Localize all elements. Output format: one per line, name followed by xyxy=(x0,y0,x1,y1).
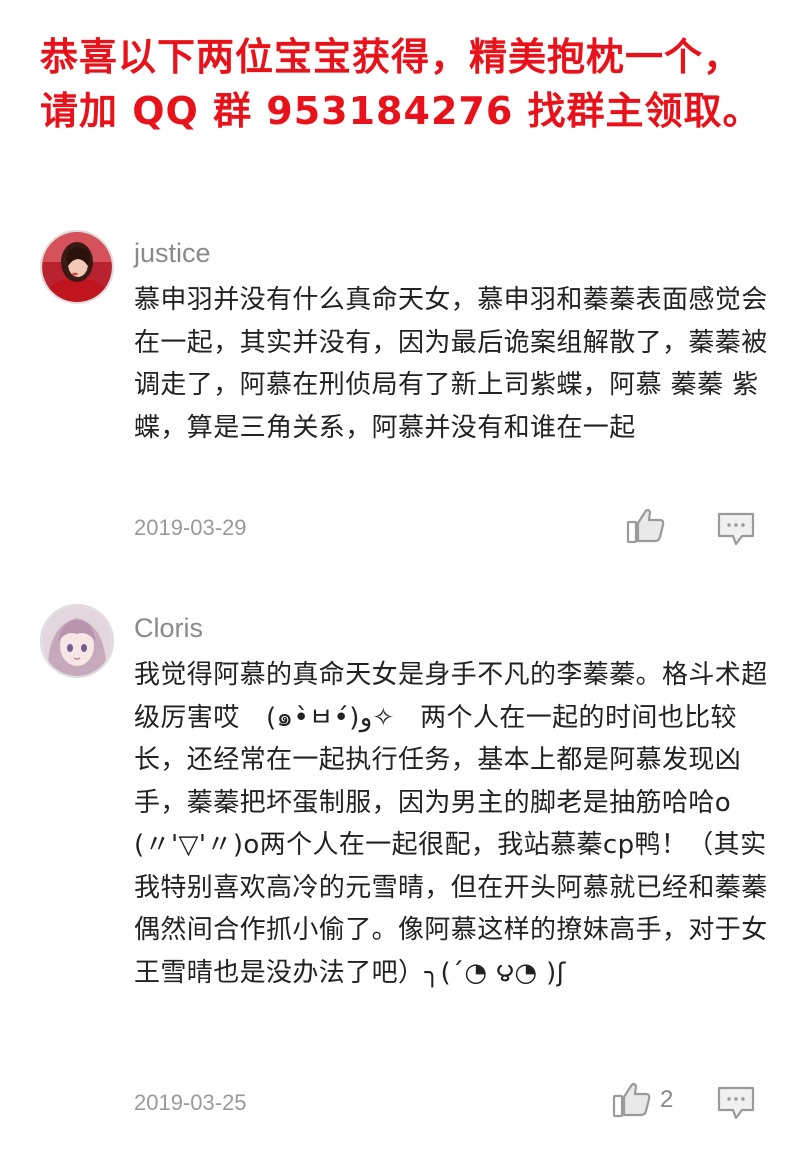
thumbs-up-icon[interactable] xyxy=(624,504,668,548)
comment-text: 慕申羽并没有什么真命天女，慕申羽和蓁蓁表面感觉会在一起，其实并没有，因为最后诡案… xyxy=(134,285,768,443)
avatar-red-dress-woman-icon xyxy=(42,232,112,302)
username[interactable]: justice xyxy=(134,238,211,269)
comment-text: 我觉得阿慕的真命天女是身手不凡的李蓁蓁。格斗术超级厉害哎 (๑•̀ㅂ•́)و✧ … xyxy=(134,660,768,988)
thumbs-up-icon[interactable] xyxy=(610,1078,654,1122)
reply-comment-icon[interactable] xyxy=(714,1080,758,1124)
comment-date: 2019-03-29 xyxy=(134,515,247,540)
announcement-banner: 恭喜以下两位宝宝获得，精美抱枕一个， 请加 QQ 群 953184276 找群主… xyxy=(40,30,780,138)
like-control[interactable]: 2 xyxy=(610,1078,673,1122)
reply-comment-icon[interactable] xyxy=(714,506,758,550)
username[interactable]: Cloris xyxy=(134,613,203,644)
user-avatar[interactable] xyxy=(40,230,114,304)
avatar-anime-girl-icon xyxy=(42,606,112,676)
like-control[interactable] xyxy=(624,504,674,548)
banner-line-1: 恭喜以下两位宝宝获得，精美抱枕一个， xyxy=(40,35,743,79)
comment-date: 2019-03-25 xyxy=(134,1090,247,1115)
user-avatar[interactable] xyxy=(40,604,114,678)
like-count: 2 xyxy=(660,1086,674,1113)
banner-line-2: 请加 QQ 群 953184276 找群主领取。 xyxy=(40,89,762,133)
